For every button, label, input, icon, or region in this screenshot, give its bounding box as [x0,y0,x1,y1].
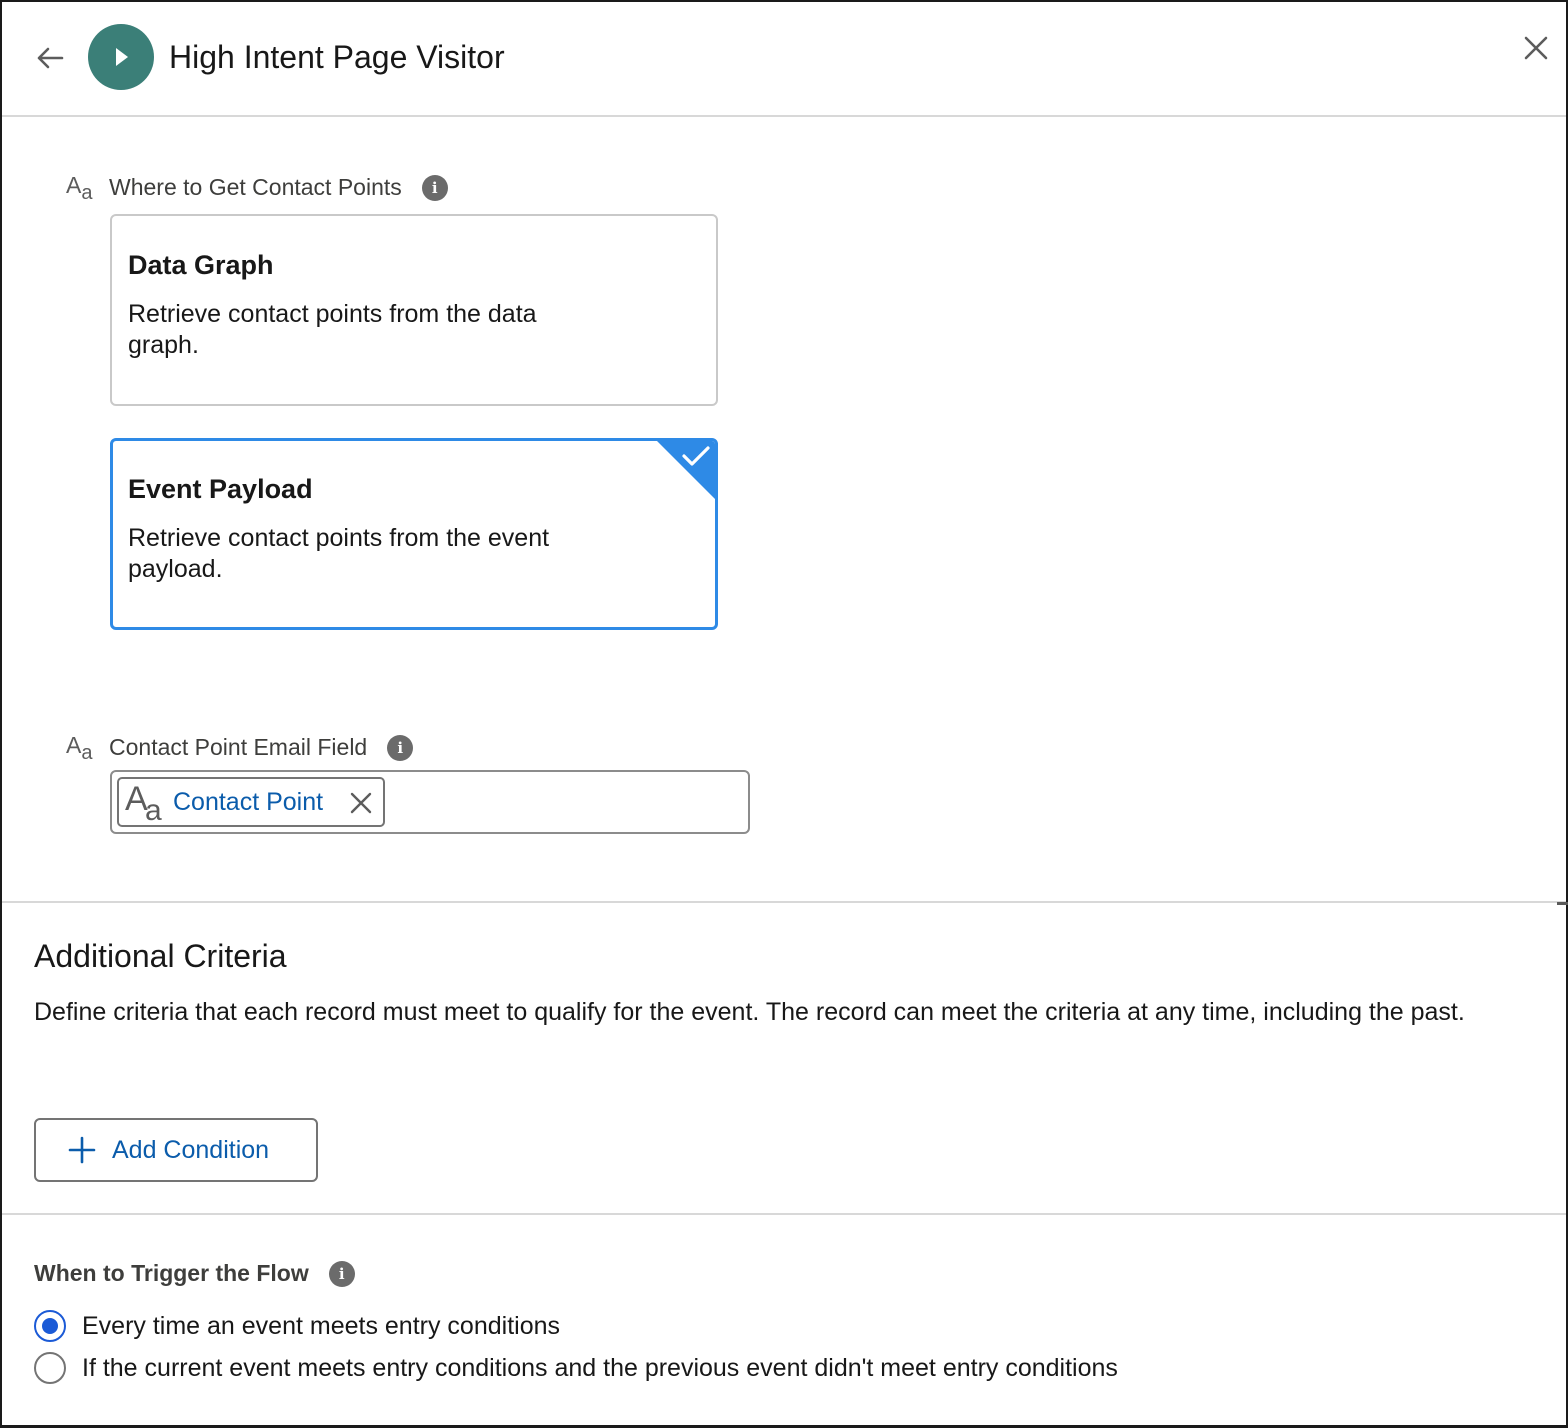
option-description: Retrieve contact points from the event p… [128,524,550,583]
close-icon [1524,36,1548,60]
email-field-label-row: Contact Point Email Field i [109,734,414,761]
contact-source-label: Where to Get Contact Points [109,174,402,200]
add-condition-label: Add Condition [112,1135,270,1164]
option-description: Retrieve contact points from the data gr… [128,300,537,359]
section-divider [2,1213,1566,1215]
contact-source-label-row: Where to Get Contact Points i [109,174,448,201]
add-condition-button[interactable]: Add Condition [34,1118,318,1182]
back-button[interactable] [32,40,68,76]
text-type-icon: Aa [66,732,93,764]
text-type-icon: Aa [66,172,93,204]
trigger-option-every-time[interactable]: Every time an event meets entry conditio… [34,1310,560,1342]
option-title: Data Graph [128,250,274,280]
info-icon[interactable]: i [421,174,448,201]
panel: High Intent Page Visitor Aa Where to Get… [0,0,1568,1428]
trigger-section-title-row: When to Trigger the Flow i [34,1260,355,1287]
page-title: High Intent Page Visitor [169,39,505,75]
panel-header: High Intent Page Visitor [2,2,1566,117]
plus-icon [68,1136,96,1164]
additional-criteria-description: Define criteria that each record must me… [34,998,1465,1026]
text-type-icon: Aa [125,780,162,827]
email-field-label: Contact Point Email Field [109,734,368,760]
scrollbar-marker [1557,902,1568,905]
close-button[interactable] [1516,28,1556,68]
radio-button[interactable] [34,1352,66,1384]
arrow-left-icon [37,47,64,69]
trigger-section-title: When to Trigger the Flow [34,1260,309,1286]
remove-icon[interactable] [349,791,373,815]
radio-button[interactable] [34,1310,66,1342]
option-card-data-graph[interactable]: Data Graph Retrieve contact points from … [110,214,718,406]
checkmark-icon [657,441,715,499]
pill-label: Contact Point [173,787,324,816]
info-icon[interactable]: i [328,1260,355,1287]
selected-field-pill[interactable]: Aa Contact Point [117,777,385,827]
radio-label: Every time an event meets entry conditio… [82,1311,561,1340]
option-card-event-payload[interactable]: Event Payload Retrieve contact points fr… [110,438,718,630]
option-title: Event Payload [128,474,313,504]
email-field-input[interactable]: Aa Contact Point [110,770,750,834]
flow-start-icon [88,24,154,90]
info-icon[interactable]: i [387,734,414,761]
play-icon [116,48,128,66]
radio-label: If the current event meets entry conditi… [82,1353,1118,1382]
section-divider [2,901,1566,903]
additional-criteria-title: Additional Criteria [34,938,287,974]
trigger-option-previous-not-met[interactable]: If the current event meets entry conditi… [34,1352,1118,1384]
